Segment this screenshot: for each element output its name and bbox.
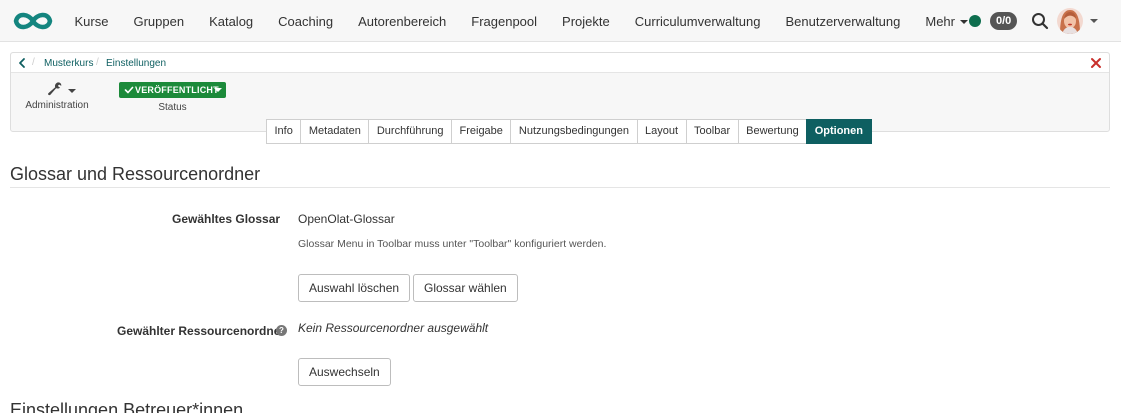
chevron-down-icon [214, 88, 222, 92]
administration-label: Administration [25, 100, 89, 111]
choose-glossary-button[interactable]: Glossar wählen [413, 274, 518, 302]
glossary-hint: Glossar Menu in Toolbar muss unter "Tool… [298, 238, 607, 250]
main-menu: Kurse Gruppen Katalog Coaching Autorenbe… [62, 0, 981, 42]
breadcrumb-item-settings: Einstellungen [106, 58, 167, 69]
nav-item-coaching[interactable]: Coaching [266, 14, 346, 29]
status-label: Status [158, 102, 187, 113]
tab-durchfuehrung[interactable]: Durchführung [368, 119, 451, 144]
tab-toolbar[interactable]: Toolbar [685, 119, 738, 144]
breadcrumb-item-course[interactable]: Musterkurs [44, 58, 93, 69]
avatar[interactable] [1057, 8, 1083, 34]
tab-freigabe[interactable]: Freigabe [451, 119, 511, 144]
status-value: VERÖFFENTLICHT [135, 85, 219, 95]
chevron-left-icon[interactable] [16, 56, 28, 70]
section-divider [10, 187, 1110, 188]
nav-item-benutzerverwaltung[interactable]: Benutzerverwaltung [773, 14, 913, 29]
nav-item-autorenbereich[interactable]: Autorenbereich [346, 14, 459, 29]
breadcrumb-separator: / [96, 57, 99, 68]
search-icon[interactable] [1030, 11, 1050, 31]
section-title-coach-settings: Einstellungen Betreuer*innen [10, 400, 244, 413]
nav-item-projekte[interactable]: Projekte [550, 14, 623, 29]
infinity-logo-icon[interactable] [10, 8, 56, 34]
chevron-down-icon [68, 89, 76, 93]
resource-folder-label: Gewählter Ressourcenordner [117, 324, 286, 338]
tab-bewertung[interactable]: Bewertung [737, 119, 807, 144]
close-icon[interactable] [1089, 56, 1103, 70]
online-status-icon[interactable] [969, 15, 981, 27]
nav-item-katalog[interactable]: Katalog [197, 14, 266, 29]
tab-layout[interactable]: Layout [636, 119, 686, 144]
switch-resource-folder-button[interactable]: Auswechseln [298, 358, 391, 386]
glossary-label: Gewähltes Glossar [172, 212, 281, 226]
top-navigation: Kurse Gruppen Katalog Coaching Autorenbe… [0, 0, 1121, 42]
tab-optionen[interactable]: Optionen [806, 119, 872, 144]
breadcrumb-separator: / [32, 57, 35, 68]
nav-item-fragenpool[interactable]: Fragenpool [459, 14, 550, 29]
nav-item-curriculumverwaltung[interactable]: Curriculumverwaltung [622, 14, 773, 29]
chevron-down-icon[interactable] [1090, 19, 1098, 23]
glossary-value: OpenOlat-Glossar [298, 212, 395, 226]
nav-item-mehr-label: Mehr [925, 13, 955, 29]
tab-info[interactable]: Info [266, 119, 301, 144]
wrench-icon [48, 82, 62, 96]
settings-tabs: Info Metadaten Durchführung Freigabe Nut… [266, 119, 872, 144]
breadcrumb: / Musterkurs / Einstellungen [11, 53, 1109, 73]
nav-item-kurse[interactable]: Kurse [62, 14, 121, 29]
clear-selection-button[interactable]: Auswahl löschen [298, 274, 411, 302]
avatar-image-icon [1057, 8, 1083, 34]
administration-button[interactable]: Administration [11, 79, 103, 115]
tab-nutzungsbedingungen[interactable]: Nutzungsbedingungen [510, 119, 637, 144]
tab-metadaten[interactable]: Metadaten [300, 119, 369, 144]
help-icon[interactable]: ? [276, 325, 287, 336]
resource-folder-value: Kein Ressourcenordner ausgewählt [298, 321, 489, 335]
count-badge[interactable]: 0/0 [990, 12, 1018, 30]
status-badge[interactable]: VERÖFFENTLICHT [119, 82, 226, 98]
nav-item-gruppen[interactable]: Gruppen [121, 14, 197, 29]
chevron-down-icon [960, 20, 968, 25]
section-title-glossary: Glossar und Ressourcenordner [10, 164, 261, 184]
check-icon [124, 86, 134, 94]
